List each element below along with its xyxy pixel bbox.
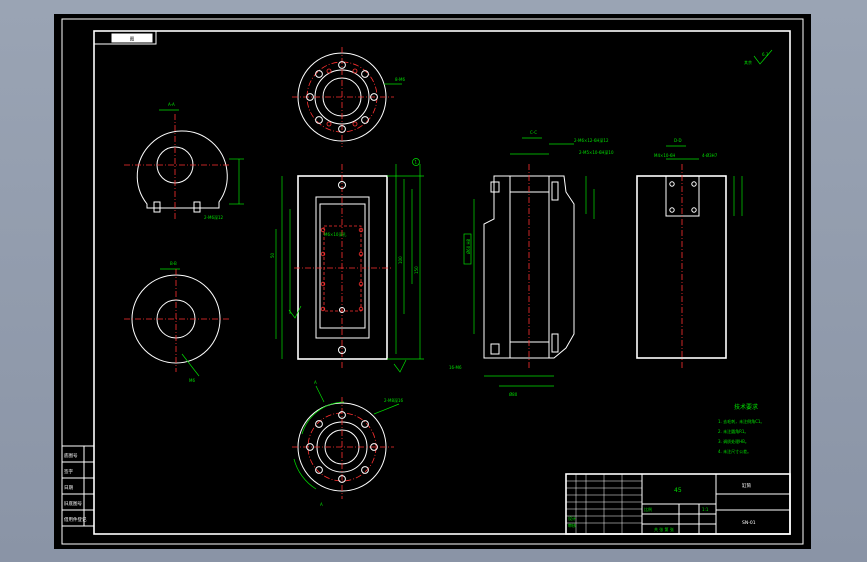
svg-text:A-A: A-A xyxy=(168,102,175,107)
section-view-a: A-A 2-M6深12 xyxy=(124,102,244,220)
svg-text:2-M5×10-6H深10: 2-M5×10-6H深10 xyxy=(579,149,614,155)
svg-text:技术要求: 技术要求 xyxy=(734,403,758,411)
svg-text:比例: 比例 xyxy=(644,506,652,512)
svg-text:3. 调质处理HB。: 3. 调质处理HB。 xyxy=(718,438,749,444)
svg-text:1:1: 1:1 xyxy=(702,507,709,512)
svg-text:2-M6×12-6H深12: 2-M6×12-6H深12 xyxy=(574,137,609,143)
svg-text:日期: 日期 xyxy=(64,485,73,491)
section-view-c: C-C 2-M6×12-6H深12 2-M5×10-6H深10 16-M6 Ø8… xyxy=(449,130,614,397)
svg-text:8-M6: 8-M6 xyxy=(395,77,405,82)
svg-text:其余: 其余 xyxy=(744,59,752,65)
svg-text:旧底图号: 旧底图号 xyxy=(64,500,82,507)
svg-text:借用件登记: 借用件登记 xyxy=(64,516,87,523)
svg-text:M6×10深孔: M6×10深孔 xyxy=(324,231,346,237)
svg-text:45: 45 xyxy=(674,487,682,494)
flange-view-top: 8-M6 xyxy=(292,47,405,147)
svg-text:C-C: C-C xyxy=(530,130,537,135)
svg-text:签字: 签字 xyxy=(64,468,73,475)
svg-text:SN-01: SN-01 xyxy=(742,520,756,526)
svg-text:4-Ø3H7: 4-Ø3H7 xyxy=(702,153,718,158)
section-view-b: B-B M6 xyxy=(124,261,229,383)
svg-text:1: 1 xyxy=(415,160,418,165)
svg-text:Ø60 H8: Ø60 H8 xyxy=(466,238,471,254)
svg-text:设计: 设计 xyxy=(568,515,576,521)
svg-text:100: 100 xyxy=(398,256,403,264)
svg-text:M4×10-6H: M4×10-6H xyxy=(654,153,675,158)
svg-text:缸筒: 缸筒 xyxy=(742,482,751,489)
svg-text:审核: 审核 xyxy=(568,522,576,528)
svg-text:2-M8深16: 2-M8深16 xyxy=(384,397,404,403)
svg-text:4. 未注尺寸公差。: 4. 未注尺寸公差。 xyxy=(718,448,751,454)
svg-text:共 张 第 张: 共 张 第 张 xyxy=(654,526,674,532)
front-view: M6×10深孔 50 100 150 1 xyxy=(270,158,424,373)
title-block: 45 缸筒 SN-01 比例 1:1 共 张 第 张 设计 审核 xyxy=(565,473,791,535)
svg-text:Ø80: Ø80 xyxy=(509,392,518,397)
svg-text:150: 150 xyxy=(414,266,419,274)
svg-text:D-D: D-D xyxy=(674,138,682,143)
svg-text:底图号: 底图号 xyxy=(64,452,78,459)
cad-drawing: 图 6.3 其余 A-A 2-M6深12 B-B M6 8-M6 M6×10深孔… xyxy=(61,18,804,545)
drawing-id-label: 图 xyxy=(130,37,135,43)
svg-text:6.3: 6.3 xyxy=(762,52,769,57)
svg-text:2. 未注圆角R1。: 2. 未注圆角R1。 xyxy=(718,428,748,434)
sheet-inner-border xyxy=(93,30,791,535)
flange-view-bottom: 2-M8深16 A A xyxy=(292,380,404,507)
svg-text:A: A xyxy=(314,380,317,385)
svg-text:M6: M6 xyxy=(189,378,195,383)
sheet-outer-border xyxy=(61,18,804,545)
svg-text:1. 去毛刺，未注倒角C1。: 1. 去毛刺，未注倒角C1。 xyxy=(718,418,764,424)
roughness-symbol: 6.3 其余 xyxy=(744,49,773,65)
technical-requirements: 技术要求 1. 去毛刺，未注倒角C1。 2. 未注圆角R1。 3. 调质处理HB… xyxy=(718,403,764,454)
cad-viewport[interactable]: 图 6.3 其余 A-A 2-M6深12 B-B M6 8-M6 M6×10深孔… xyxy=(54,14,811,549)
svg-text:50: 50 xyxy=(270,252,275,258)
svg-text:16-M6: 16-M6 xyxy=(449,365,462,370)
section-view-d: D-D M4×10-6H 4-Ø3H7 xyxy=(636,138,743,370)
svg-text:A: A xyxy=(320,502,323,507)
svg-text:2-M6深12: 2-M6深12 xyxy=(204,214,224,220)
svg-text:B-B: B-B xyxy=(170,261,177,266)
side-stamp: 底图号 签字 日期 旧底图号 借用件登记 xyxy=(61,445,95,527)
